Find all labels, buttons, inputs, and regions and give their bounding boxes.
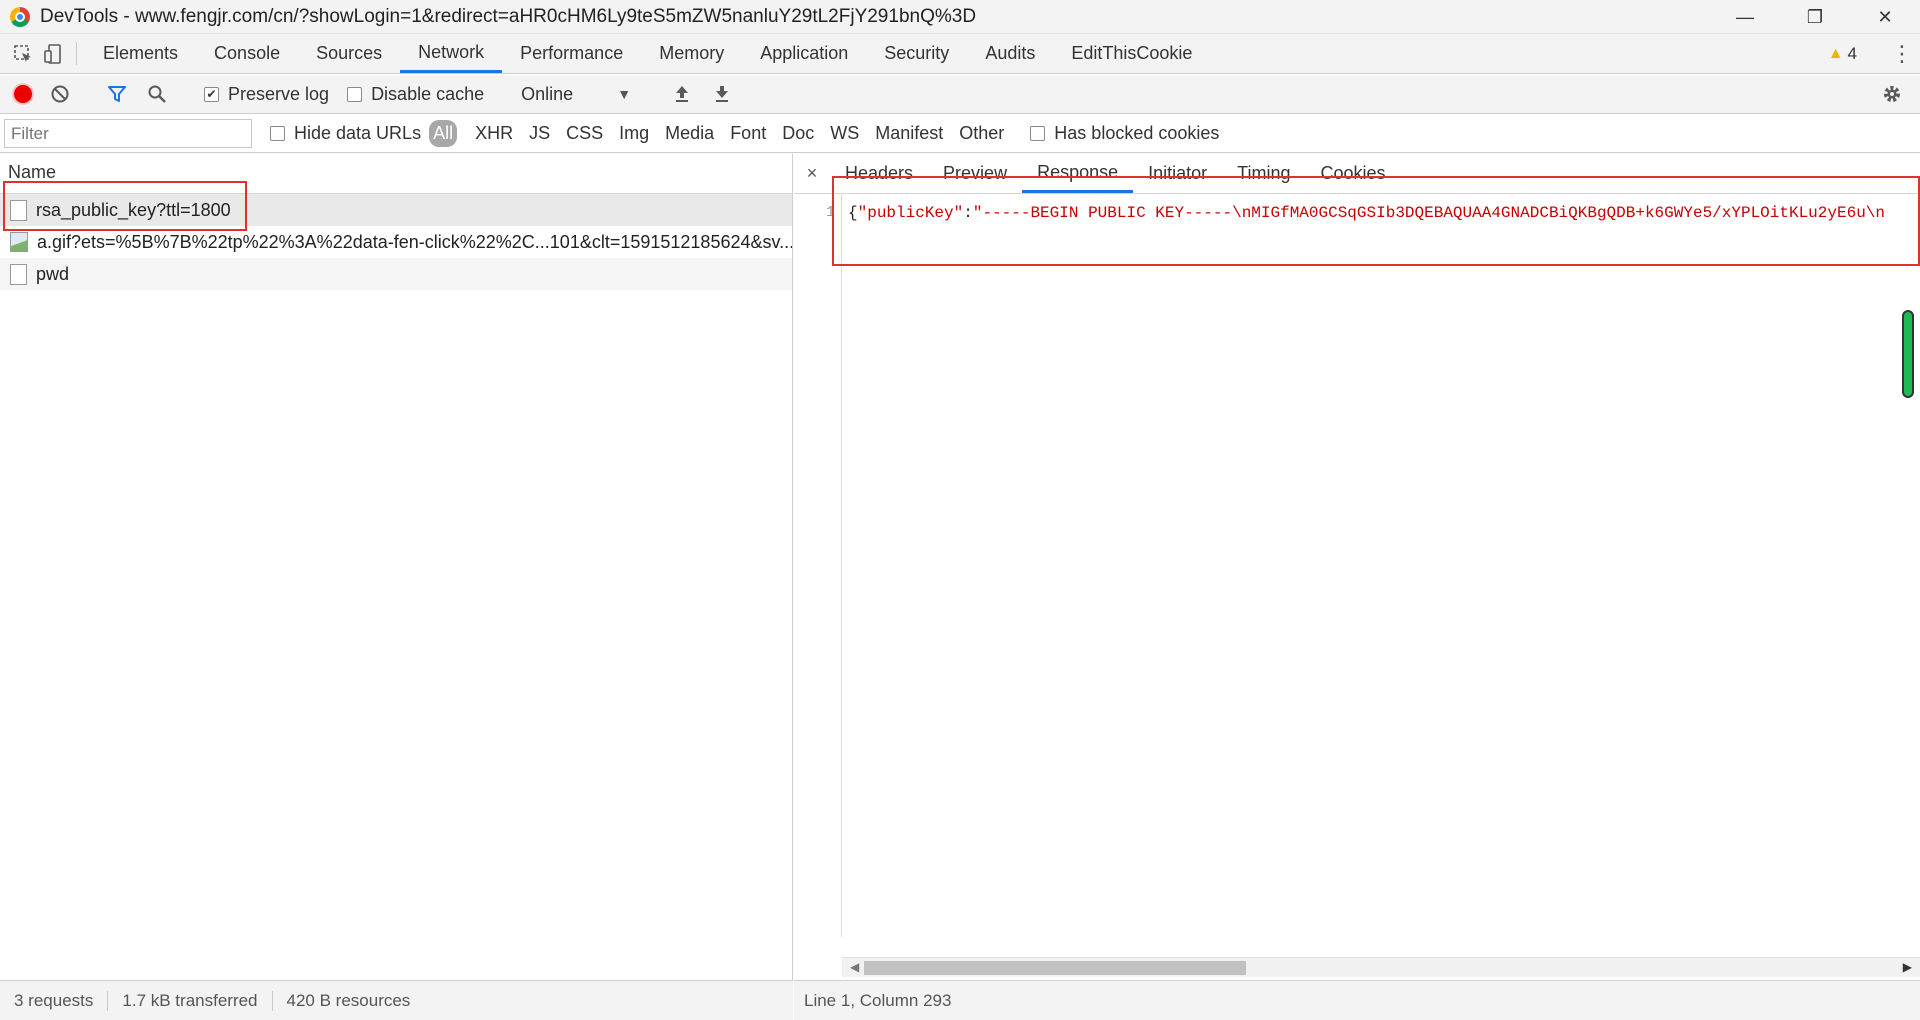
- type-filter-manifest[interactable]: Manifest: [867, 120, 951, 147]
- type-filter-media[interactable]: Media: [657, 120, 722, 147]
- type-filter-doc[interactable]: Doc: [774, 120, 822, 147]
- request-name: a.gif?ets=%5B%7B%22tp%22%3A%22data-fen-c…: [37, 231, 792, 252]
- device-toolbar-icon[interactable]: [38, 34, 68, 73]
- checkbox-unchecked-icon: [1030, 126, 1046, 141]
- tab-editthiscookie[interactable]: EditThisCookie: [1053, 34, 1210, 73]
- window-title: DevTools - www.fengjr.com/cn/?showLogin=…: [40, 5, 977, 27]
- detail-tab-response[interactable]: Response: [1022, 154, 1134, 193]
- clear-icon[interactable]: [40, 75, 80, 114]
- has-blocked-cookies-checkbox[interactable]: Has blocked cookies: [1030, 123, 1219, 144]
- json-key: "publicKey": [857, 204, 964, 222]
- warning-icon: ▲: [1827, 44, 1844, 62]
- throttling-select[interactable]: Online ▼: [521, 84, 631, 105]
- checkbox-checked-icon: ✔: [204, 86, 219, 102]
- type-filter-all[interactable]: All: [429, 120, 458, 147]
- cursor-position: Line 1, Column 293: [804, 990, 952, 1010]
- tab-network[interactable]: Network: [400, 34, 503, 73]
- tab-audits[interactable]: Audits: [967, 34, 1053, 73]
- disable-cache-checkbox[interactable]: Disable cache: [347, 84, 484, 105]
- request-row[interactable]: pwd: [0, 258, 792, 290]
- disable-cache-label: Disable cache: [371, 83, 485, 104]
- type-filter-js[interactable]: JS: [521, 120, 558, 147]
- network-filterbar: Hide data URLs All XHR JS CSS Img Media …: [0, 115, 1920, 153]
- scroll-right-icon[interactable]: ▶: [1903, 960, 1912, 974]
- divider: [76, 42, 77, 65]
- type-filter-other[interactable]: Other: [951, 120, 1012, 147]
- type-filter-css[interactable]: CSS: [558, 120, 611, 147]
- tab-memory[interactable]: Memory: [641, 34, 742, 73]
- tab-sources[interactable]: Sources: [298, 34, 400, 73]
- cursor-position-bar: Line 1, Column 293: [794, 980, 1920, 1020]
- tab-performance[interactable]: Performance: [502, 34, 641, 73]
- request-name: rsa_public_key?ttl=1800: [36, 199, 231, 220]
- network-toolbar: ✔ Preserve log Disable cache Online ▼: [0, 75, 1920, 114]
- request-row[interactable]: a.gif?ets=%5B%7B%22tp%22%3A%22data-fen-c…: [0, 226, 792, 258]
- detail-tab-timing[interactable]: Timing: [1222, 154, 1305, 193]
- close-detail-icon[interactable]: ×: [794, 154, 830, 193]
- type-filter-xhr[interactable]: XHR: [467, 120, 521, 147]
- throttling-value: Online: [521, 83, 574, 104]
- hide-data-urls-label: Hide data URLs: [294, 123, 422, 143]
- chrome-logo-icon: [10, 6, 30, 27]
- search-icon[interactable]: [137, 75, 177, 114]
- window-controls: — ❐ ✕: [1710, 0, 1920, 34]
- document-icon: [10, 199, 27, 221]
- minimize-button[interactable]: —: [1710, 0, 1780, 34]
- filter-input[interactable]: [4, 119, 252, 148]
- preserve-log-checkbox[interactable]: ✔ Preserve log: [204, 84, 329, 105]
- request-count: 3 requests: [0, 990, 109, 1011]
- devtools-tabbar: Elements Console Sources Network Perform…: [0, 34, 1920, 74]
- restore-button[interactable]: ❐: [1780, 0, 1850, 34]
- request-detail-pane: × Headers Preview Response Initiator Tim…: [794, 154, 1920, 980]
- detail-tab-initiator[interactable]: Initiator: [1133, 154, 1222, 193]
- type-filter-img[interactable]: Img: [611, 120, 657, 147]
- import-har-icon[interactable]: [662, 75, 702, 114]
- settings-gear-icon[interactable]: [1872, 75, 1912, 114]
- warnings-count: 4: [1847, 43, 1857, 63]
- export-har-icon[interactable]: [702, 75, 742, 114]
- type-filter-font[interactable]: Font: [722, 120, 774, 147]
- transferred-size: 1.7 kB transferred: [108, 990, 273, 1011]
- close-window-button[interactable]: ✕: [1850, 0, 1920, 34]
- hide-data-urls-checkbox[interactable]: Hide data URLs: [270, 123, 421, 144]
- tab-elements[interactable]: Elements: [85, 34, 196, 73]
- name-column-header[interactable]: Name: [0, 154, 792, 194]
- requests-pane: Name rsa_public_key?ttl=1800 a.gif?ets=%…: [0, 154, 793, 980]
- horizontal-scrollbar[interactable]: ◀ ▶: [842, 957, 1920, 977]
- detail-tab-preview[interactable]: Preview: [928, 154, 1022, 193]
- json-colon: :: [963, 204, 973, 222]
- detail-tab-cookies[interactable]: Cookies: [1306, 154, 1401, 193]
- detail-tabbar: × Headers Preview Response Initiator Tim…: [794, 154, 1920, 194]
- detail-tab-headers[interactable]: Headers: [830, 154, 928, 193]
- window-titlebar: DevTools - www.fengjr.com/cn/?showLogin=…: [0, 0, 1920, 34]
- request-name: pwd: [36, 263, 70, 284]
- json-value: "-----BEGIN PUBLIC KEY-----\nMIGfMA0GCSq…: [972, 204, 1885, 222]
- line-number: 1: [825, 204, 835, 221]
- scroll-left-icon[interactable]: ◀: [850, 960, 859, 974]
- tab-console[interactable]: Console: [196, 34, 298, 73]
- document-icon: [10, 263, 27, 285]
- preserve-log-label: Preserve log: [228, 83, 330, 104]
- side-scroll-widget[interactable]: [1902, 310, 1914, 398]
- line-number-gutter: 1: [794, 194, 842, 937]
- network-summary-bar: 3 requests 1.7 kB transferred 420 B reso…: [0, 980, 793, 1020]
- tab-application[interactable]: Application: [742, 34, 866, 73]
- type-filter-ws[interactable]: WS: [822, 120, 867, 147]
- request-row[interactable]: rsa_public_key?ttl=1800: [0, 194, 792, 226]
- filter-icon[interactable]: [97, 75, 137, 114]
- tab-security[interactable]: Security: [866, 34, 967, 73]
- record-button[interactable]: [14, 85, 32, 103]
- more-options-icon[interactable]: ⋮: [1884, 41, 1920, 67]
- warnings-counter[interactable]: ▲ 4: [1828, 44, 1857, 64]
- checkbox-unchecked-icon: [347, 86, 363, 102]
- scrollbar-thumb[interactable]: [864, 961, 1246, 975]
- inspect-element-icon[interactable]: [8, 34, 38, 73]
- response-body[interactable]: {"publicKey":"-----BEGIN PUBLIC KEY-----…: [848, 194, 1920, 937]
- has-blocked-cookies-label: Has blocked cookies: [1054, 123, 1220, 143]
- json-brace: {: [848, 204, 858, 222]
- checkbox-unchecked-icon: [270, 126, 285, 141]
- resources-size: 420 B resources: [286, 990, 411, 1010]
- image-icon: [10, 232, 28, 252]
- dropdown-arrow-icon: ▼: [617, 86, 632, 102]
